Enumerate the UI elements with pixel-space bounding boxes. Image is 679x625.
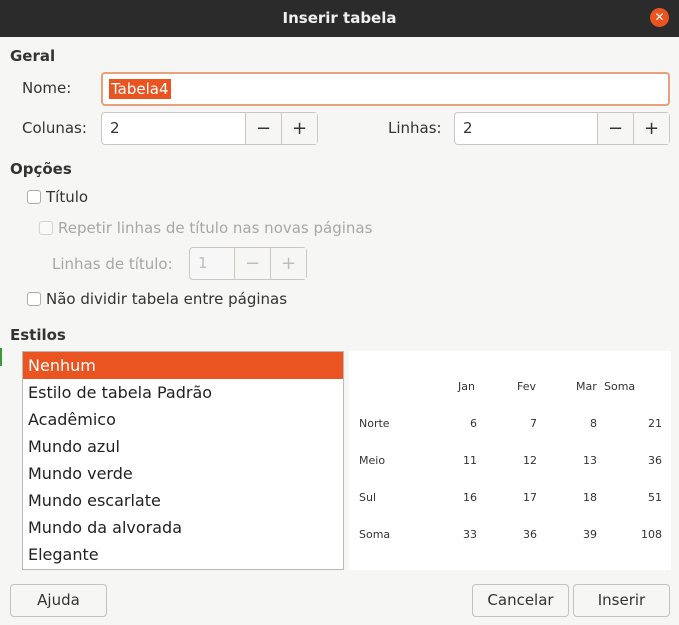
preview-row-label: Sul (359, 491, 377, 504)
name-field-value: Tabela4 (109, 79, 171, 99)
columns-value[interactable]: 2 (102, 113, 245, 144)
preview-row-label: Soma (359, 528, 391, 541)
columns-label: Colunas: (22, 119, 87, 137)
preview-header-cell: Jan (458, 380, 475, 393)
rows-decrement-button[interactable]: − (597, 113, 633, 144)
dialog-title: Inserir tabela (282, 9, 397, 27)
preview-cell: 7 (530, 417, 537, 430)
name-field[interactable]: Tabela4 (101, 72, 670, 106)
heading-rows-label: Linhas de título: (52, 255, 173, 273)
section-opcoes: Opções (10, 160, 72, 178)
close-icon[interactable]: ✕ (650, 8, 669, 27)
style-item-padrao[interactable]: Estilo de tabela Padrão (23, 379, 343, 406)
style-item-nenhum[interactable]: Nenhum (23, 352, 343, 379)
preview-cell: 36 (648, 454, 662, 467)
style-item-mundo-azul[interactable]: Mundo azul (23, 433, 343, 460)
name-label: Nome: (22, 79, 72, 97)
style-item-academico[interactable]: Acadêmico (23, 406, 343, 433)
preview-cell: 17 (523, 491, 537, 504)
preview-cell: 108 (641, 528, 662, 541)
background-window-edge (0, 348, 2, 366)
repeat-heading-label[interactable]: Repetir linhas de título nas novas págin… (58, 219, 372, 237)
preview-cell: 6 (470, 417, 477, 430)
style-item-mundo-verde[interactable]: Mundo verde (23, 460, 343, 487)
preview-header-cell: Fev (517, 380, 537, 393)
style-preview: Jan Fev Mar Soma Norte 6 7 8 21 Meio 11 … (349, 351, 671, 570)
no-split-checkbox[interactable] (27, 292, 41, 306)
columns-decrement-button[interactable]: − (245, 113, 281, 144)
rows-stepper[interactable]: 2 − + (454, 112, 670, 145)
section-geral: Geral (10, 47, 56, 65)
preview-cell: 33 (463, 528, 477, 541)
preview-cell: 39 (583, 528, 597, 541)
style-item-elegante[interactable]: Elegante (23, 541, 343, 568)
preview-header-cell: Mar (576, 380, 597, 393)
preview-cell: 36 (523, 528, 537, 541)
rows-value[interactable]: 2 (455, 113, 597, 144)
heading-rows-decrement-button[interactable]: − (234, 248, 270, 279)
title-bar: Inserir tabela ✕ (0, 0, 679, 37)
preview-cell: 16 (463, 491, 477, 504)
heading-rows-stepper[interactable]: 1 − + (189, 247, 307, 280)
insert-button[interactable]: Inserir (573, 584, 670, 617)
preview-cell: 11 (463, 454, 477, 467)
preview-cell: 21 (648, 417, 662, 430)
preview-cell: 51 (648, 491, 662, 504)
heading-rows-increment-button[interactable]: + (270, 248, 306, 279)
preview-row-label: Norte (359, 417, 390, 430)
section-estilos: Estilos (10, 326, 66, 344)
rows-increment-button[interactable]: + (633, 113, 669, 144)
titulo-label[interactable]: Título (46, 188, 88, 206)
no-split-label[interactable]: Não dividir tabela entre páginas (46, 290, 287, 308)
cancel-button[interactable]: Cancelar (472, 584, 569, 617)
styles-list[interactable]: Nenhum Estilo de tabela Padrão Acadêmico… (22, 351, 344, 570)
preview-row-label: Meio (359, 454, 386, 467)
repeat-heading-checkbox[interactable] (39, 221, 53, 235)
preview-cell: 18 (583, 491, 597, 504)
heading-rows-value[interactable]: 1 (190, 248, 234, 279)
columns-stepper[interactable]: 2 − + (101, 112, 318, 145)
preview-cell: 13 (583, 454, 597, 467)
columns-increment-button[interactable]: + (281, 113, 317, 144)
style-item-mundo-escarlate[interactable]: Mundo escarlate (23, 487, 343, 514)
preview-header-cell: Soma (604, 380, 636, 393)
titulo-checkbox[interactable] (27, 190, 41, 204)
preview-cell: 8 (590, 417, 597, 430)
help-button[interactable]: Ajuda (10, 584, 107, 617)
preview-cell: 12 (523, 454, 537, 467)
style-item-mundo-alvorada[interactable]: Mundo da alvorada (23, 514, 343, 541)
rows-label: Linhas: (388, 119, 442, 137)
